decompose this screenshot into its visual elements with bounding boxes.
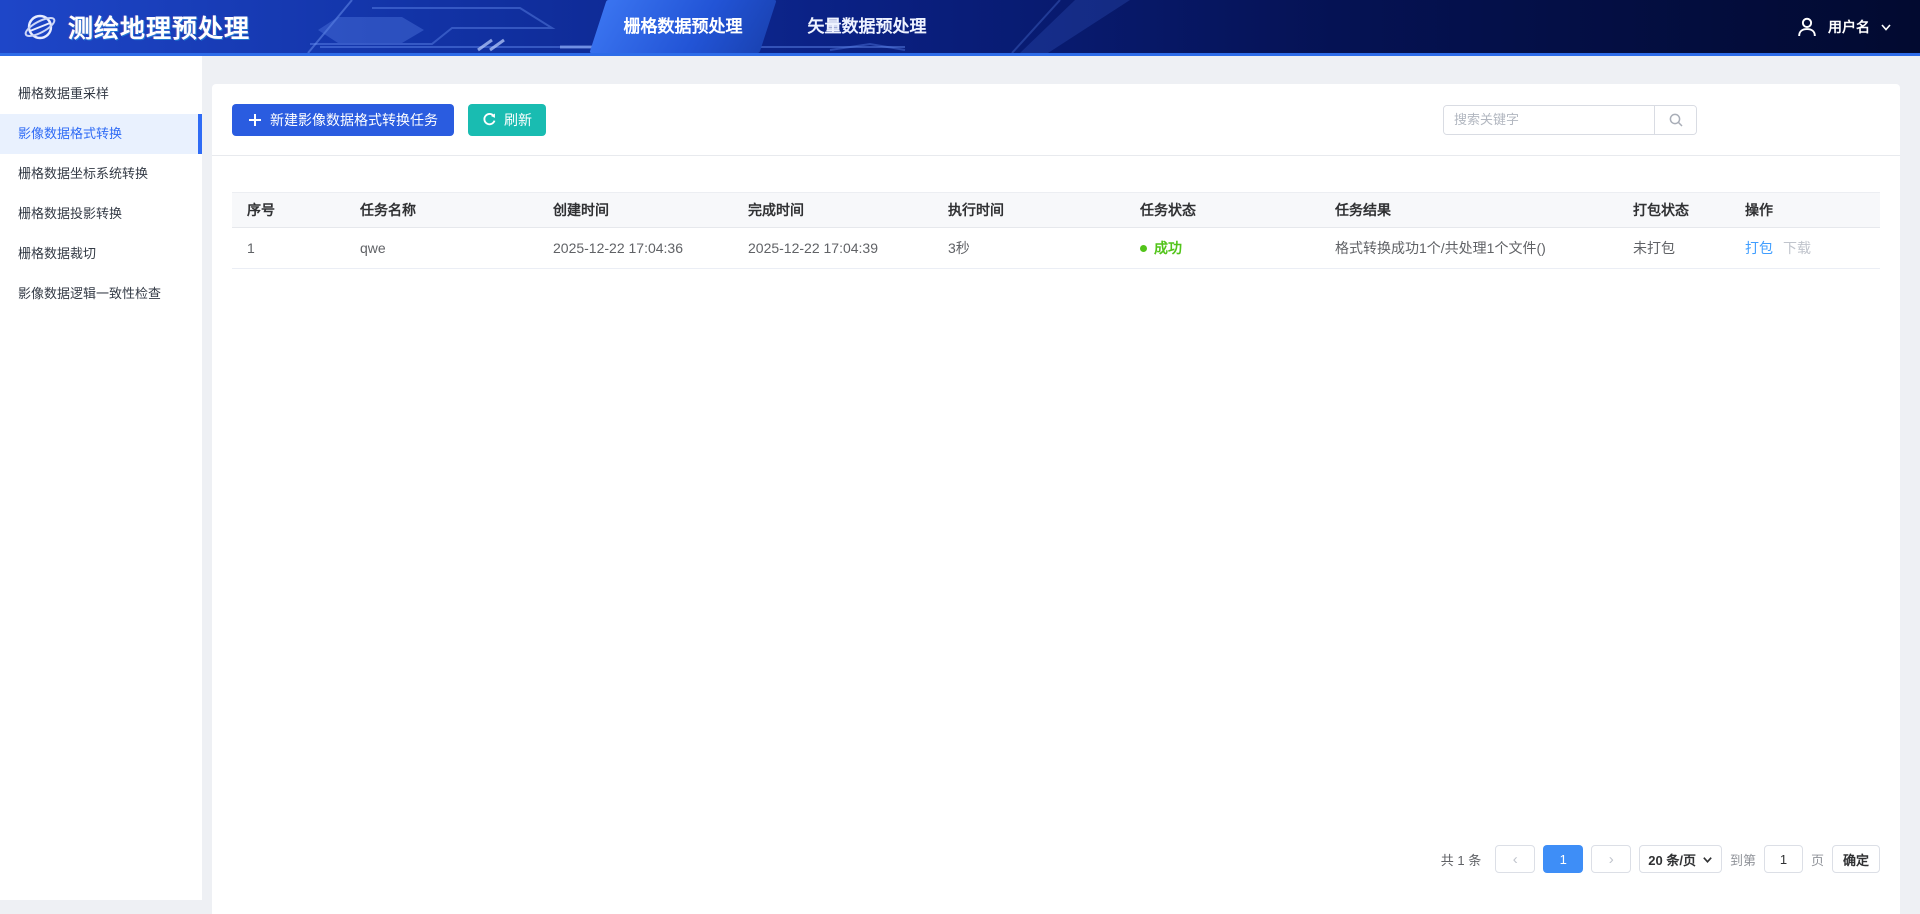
cell-created-time: 2025-12-22 17:04:36 — [538, 228, 733, 269]
col-finished-time: 完成时间 — [733, 193, 933, 228]
goto-prefix: 到第 — [1730, 850, 1756, 869]
chevron-down-icon — [1880, 21, 1892, 33]
sidebar-item-raster-coordsys-convert[interactable]: 栅格数据坐标系统转换 — [0, 154, 202, 194]
col-pack-state: 打包状态 — [1618, 193, 1730, 228]
cell-finished-time: 2025-12-22 17:04:39 — [733, 228, 933, 269]
cell-index: 1 — [232, 228, 345, 269]
cell-task-name: qwe — [345, 228, 538, 269]
col-status: 任务状态 — [1125, 193, 1320, 228]
prev-page-button[interactable]: ‹ — [1495, 845, 1535, 873]
tab-vector-preprocess[interactable]: 矢量数据预处理 — [782, 0, 952, 53]
plus-icon — [248, 113, 262, 127]
sidebar-nav: 栅格数据重采样 影像数据格式转换 栅格数据坐标系统转换 栅格数据投影转换 栅格数… — [0, 56, 202, 900]
app-title: 测绘地理预处理 — [68, 9, 250, 45]
globe-orbit-logo-icon — [22, 9, 58, 45]
user-menu[interactable]: 用户名 — [1796, 0, 1892, 53]
tab-label: 栅格数据预处理 — [598, 0, 768, 53]
pagination-total: 共 1 条 — [1441, 850, 1481, 869]
header-circuit-decoration — [0, 0, 1920, 53]
select-caret-icon — [1702, 854, 1713, 865]
sidebar-item-image-logic-check[interactable]: 影像数据逻辑一致性检查 — [0, 274, 202, 314]
search-button[interactable] — [1654, 106, 1696, 134]
col-created-time: 创建时间 — [538, 193, 733, 228]
toolbar: 新建影像数据格式转换任务 刷新 — [212, 84, 1900, 156]
sidebar-item-raster-projection-convert[interactable]: 栅格数据投影转换 — [0, 194, 202, 234]
col-actions: 操作 — [1730, 193, 1880, 228]
next-page-button[interactable]: › — [1591, 845, 1631, 873]
user-name: 用户名 — [1828, 17, 1870, 37]
main-content: 新建影像数据格式转换任务 刷新 — [202, 56, 1920, 900]
cell-actions: 打包下载 — [1730, 228, 1880, 269]
search-icon — [1668, 112, 1684, 128]
task-table: 序号 任务名称 创建时间 完成时间 执行时间 任务状态 任务结果 打包状态 操作… — [232, 192, 1880, 269]
content-card: 新建影像数据格式转换任务 刷新 — [212, 84, 1900, 914]
sidebar-item-raster-resample[interactable]: 栅格数据重采样 — [0, 74, 202, 114]
goto-confirm-button[interactable]: 确定 — [1832, 845, 1880, 873]
user-icon — [1796, 16, 1818, 38]
status-dot-icon — [1140, 245, 1147, 252]
col-result: 任务结果 — [1320, 193, 1618, 228]
refresh-label: 刷新 — [504, 110, 532, 130]
download-link: 下载 — [1783, 240, 1811, 256]
col-index: 序号 — [232, 193, 345, 228]
page-size-label: 20 条/页 — [1648, 850, 1696, 869]
page-size-select[interactable]: 20 条/页 — [1639, 845, 1722, 873]
new-task-button[interactable]: 新建影像数据格式转换任务 — [232, 104, 454, 136]
cell-duration: 3秒 — [933, 228, 1125, 269]
status-text: 成功 — [1154, 240, 1182, 256]
new-task-label: 新建影像数据格式转换任务 — [270, 110, 438, 130]
pack-link[interactable]: 打包 — [1745, 240, 1773, 256]
page-number-active[interactable]: 1 — [1543, 845, 1583, 873]
table-row: 1 qwe 2025-12-22 17:04:36 2025-12-22 17:… — [232, 228, 1880, 269]
col-task-name: 任务名称 — [345, 193, 538, 228]
search-input[interactable] — [1444, 106, 1654, 134]
sidebar-item-raster-clip[interactable]: 栅格数据裁切 — [0, 234, 202, 274]
refresh-button[interactable]: 刷新 — [468, 104, 546, 136]
cell-status: 成功 — [1125, 228, 1320, 269]
refresh-icon — [482, 112, 497, 127]
table-header-row: 序号 任务名称 创建时间 完成时间 执行时间 任务状态 任务结果 打包状态 操作 — [232, 193, 1880, 228]
app-logo: 测绘地理预处理 — [22, 9, 250, 45]
sidebar-item-image-format-convert[interactable]: 影像数据格式转换 — [0, 114, 202, 154]
goto-suffix: 页 — [1811, 850, 1824, 869]
task-table-wrap: 序号 任务名称 创建时间 完成时间 执行时间 任务状态 任务结果 打包状态 操作… — [232, 192, 1880, 269]
tab-raster-preprocess[interactable]: 栅格数据预处理 — [589, 0, 776, 53]
cell-result: 格式转换成功1个/共处理1个文件() — [1320, 228, 1618, 269]
goto-page-input[interactable] — [1764, 845, 1803, 873]
pagination: 共 1 条 ‹ 1 › 20 条/页 到第 页 确定 — [1441, 845, 1880, 873]
col-duration: 执行时间 — [933, 193, 1125, 228]
app-header: 测绘地理预处理 栅格数据预处理 矢量数据预处理 用户名 — [0, 0, 1920, 56]
search-box — [1443, 105, 1697, 135]
cell-pack-state: 未打包 — [1618, 228, 1730, 269]
